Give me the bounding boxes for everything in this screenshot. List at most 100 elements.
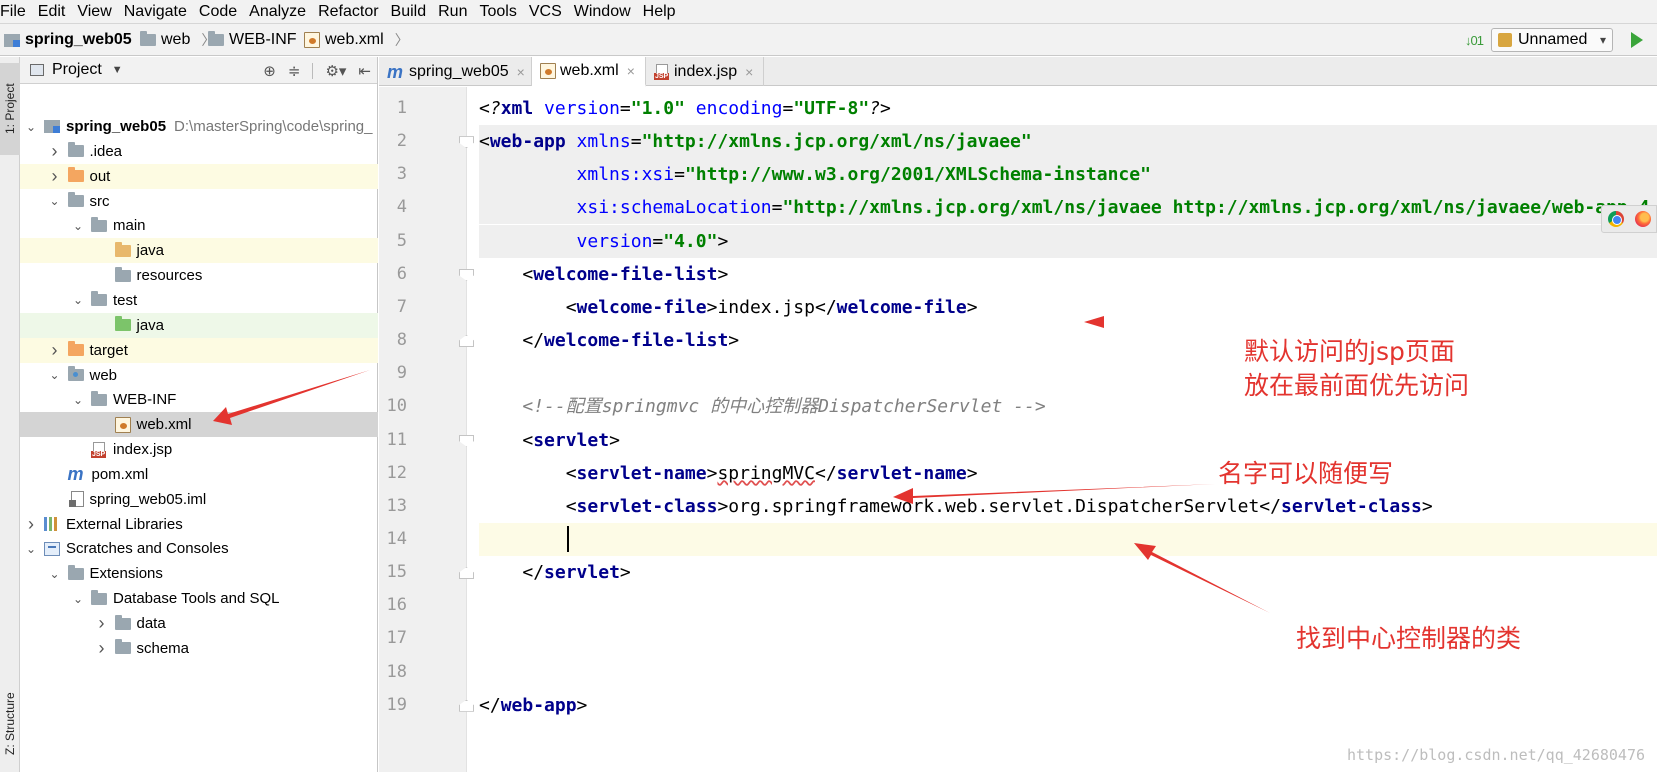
tree-item[interactable]: m pom.xml (20, 462, 378, 487)
menu-code[interactable]: Code (195, 0, 245, 24)
tree-item[interactable]: web.xml (20, 412, 378, 438)
code-line[interactable]: <servlet-name>springMVC</servlet-name> (479, 457, 978, 490)
chevron-down-icon[interactable]: ⌄ (48, 194, 62, 208)
tree-item[interactable]: › schema (20, 636, 378, 661)
run-icon[interactable] (1631, 32, 1643, 48)
tree-item[interactable]: ⌄ web (20, 363, 378, 388)
left-tool-strip: 1: Project Z: Structure (0, 57, 20, 772)
fold-marker-icon[interactable] (459, 335, 474, 348)
fold-marker-icon[interactable] (459, 567, 474, 580)
code-line[interactable]: <web-app xmlns="http://xmlns.jcp.org/xml… (479, 125, 1032, 158)
menu-file[interactable]: File (0, 0, 34, 24)
menu-analyze[interactable]: Analyze (245, 0, 314, 24)
close-icon[interactable]: × (745, 64, 753, 80)
chevron-right-icon[interactable]: › (48, 166, 62, 187)
chevron-down-icon[interactable]: ⌄ (24, 120, 38, 134)
tree-item[interactable]: › data (20, 611, 378, 636)
code-line[interactable]: version="4.0"> (479, 225, 729, 258)
editor-tab[interactable]: web.xml × (532, 57, 646, 87)
code-line[interactable]: </servlet> (479, 556, 630, 589)
fold-marker-icon[interactable] (459, 136, 474, 149)
collapse-all-icon[interactable]: ≑ (288, 62, 301, 80)
breadcrumb-project[interactable]: spring_web05 〉 (4, 24, 157, 56)
tree-item[interactable]: ⌄ Scratches and Consoles (20, 536, 378, 561)
menu-tools[interactable]: Tools (475, 0, 524, 24)
chevron-right-icon[interactable]: › (95, 613, 109, 634)
code-editor[interactable]: 1 2 3 4 5 6 7 8 9 10 11 12 13 14 15 16 17 18 19 <?xml vers… (379, 87, 1657, 772)
code-line[interactable]: </welcome-file-list> (479, 324, 739, 357)
tree-item[interactable]: ⌄ src (20, 189, 378, 214)
code-line[interactable]: </web-app> (479, 689, 587, 722)
chevron-right-icon[interactable]: › (95, 638, 109, 659)
chevron-down-icon[interactable]: ⌄ (48, 368, 62, 382)
project-view-select[interactable]: Project (52, 61, 102, 79)
fold-marker-icon[interactable] (459, 268, 474, 281)
code-line[interactable]: <welcome-file>index.jsp</welcome-file> (479, 291, 978, 324)
menu-edit[interactable]: Edit (34, 0, 74, 24)
code-line[interactable]: <welcome-file-list> (479, 258, 728, 291)
menu-vcs[interactable]: VCS (525, 0, 570, 24)
chevron-right-icon[interactable]: › (24, 514, 38, 535)
project-tool-tab[interactable]: 1: Project (0, 63, 20, 155)
run-configuration-select[interactable]: Unnamed ▾ (1491, 28, 1613, 52)
tree-item-icon-wrap (67, 167, 84, 183)
tree-item[interactable]: ⌄ test (20, 288, 378, 313)
fold-marker-icon[interactable] (459, 434, 474, 447)
code-line[interactable]: <servlet-class>org.springframework.web.s… (479, 490, 1433, 523)
close-icon[interactable]: × (517, 64, 525, 80)
chevron-down-icon[interactable]: ⌄ (71, 592, 85, 606)
code-token-tag: welcome-file-list (544, 330, 729, 352)
gear-icon[interactable]: ⚙▾ (325, 62, 346, 80)
tree-item[interactable]: ⌄ Database Tools and SQL (20, 586, 378, 611)
chevron-down-icon[interactable]: ▼ (112, 64, 123, 76)
chevron-down-icon[interactable]: ⌄ (71, 293, 85, 307)
tree-item[interactable]: › .idea (20, 139, 378, 164)
tree-item[interactable]: › target (20, 337, 378, 363)
menu-refactor[interactable]: Refactor (314, 0, 386, 24)
menu-build[interactable]: Build (387, 0, 435, 24)
menu-window[interactable]: Window (570, 0, 639, 24)
sort-icon[interactable]: ↓01 (1463, 33, 1485, 48)
code-line[interactable]: xmlns:xsi="http://www.w3.org/2001/XMLSch… (479, 158, 1151, 191)
tree-item-icon-wrap (67, 564, 84, 580)
code-line[interactable]: <?xml version="1.0" encoding="UTF-8"?> (479, 92, 891, 125)
code-line[interactable] (479, 523, 566, 556)
source-folder-icon (114, 241, 131, 257)
chevron-down-icon[interactable]: ⌄ (24, 542, 38, 556)
close-icon[interactable]: × (627, 63, 635, 79)
tree-item[interactable]: spring_web05.iml (20, 487, 378, 512)
tree-item[interactable]: › External Libraries (20, 512, 378, 537)
fold-marker-icon[interactable] (459, 699, 474, 712)
breadcrumb-web-xml[interactable]: web.xml 〉 (304, 24, 409, 56)
breadcrumb-web[interactable]: web 〉 (140, 24, 215, 56)
chevron-right-icon[interactable]: › (48, 141, 62, 162)
tree-item[interactable]: ⌄ spring_web05 D:\masterSpring\code\spring… (20, 114, 378, 139)
tree-item[interactable]: › out (20, 163, 378, 189)
menu-help[interactable]: Help (639, 0, 684, 24)
menu-navigate[interactable]: Navigate (120, 0, 195, 24)
chevron-down-icon[interactable]: ⌄ (71, 393, 85, 407)
tree-item[interactable]: ⌄ WEB-INF (20, 387, 378, 412)
tree-item[interactable]: index.jsp (20, 437, 378, 462)
chevron-down-icon[interactable]: ⌄ (71, 219, 85, 233)
tree-item[interactable]: ⌄ Extensions (20, 561, 378, 586)
structure-tool-tab[interactable]: Z: Structure (0, 684, 20, 764)
chevron-down-icon[interactable]: ⌄ (48, 567, 62, 581)
hide-panel-icon[interactable]: ⇤ (358, 62, 371, 80)
code-line[interactable]: xsi:schemaLocation="http://xmlns.jcp.org… (479, 191, 1657, 224)
menu-view[interactable]: View (73, 0, 119, 24)
code-token-tag: welcome-file (836, 296, 967, 318)
chevron-right-icon[interactable]: › (48, 340, 62, 361)
locate-icon[interactable]: ⊕ (263, 62, 276, 80)
tree-item[interactable]: ⌄ main (20, 213, 378, 238)
chrome-icon[interactable] (1607, 211, 1624, 227)
editor-tab[interactable]: index.jsp × (646, 57, 764, 86)
tree-item[interactable]: resources (20, 263, 378, 288)
tree-item[interactable]: java (20, 238, 378, 264)
tree-item[interactable]: java (20, 312, 378, 338)
editor-tab[interactable]: m spring_web05 × (379, 57, 532, 86)
code-line[interactable]: <!--配置springmvc 的中心控制器DispatcherServlet … (479, 390, 1045, 423)
menu-run[interactable]: Run (434, 0, 475, 24)
code-line[interactable]: <servlet> (479, 424, 620, 457)
firefox-icon[interactable] (1634, 211, 1651, 227)
